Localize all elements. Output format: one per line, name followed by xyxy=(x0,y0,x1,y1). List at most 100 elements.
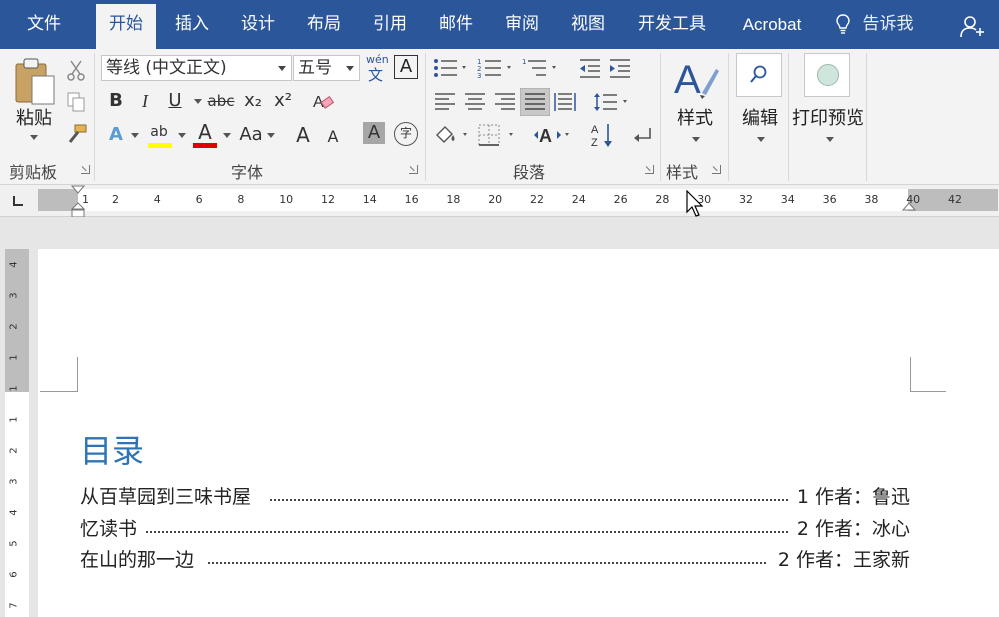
clear-formatting-icon[interactable]: A xyxy=(312,90,334,112)
strikethrough-button[interactable]: abc xyxy=(206,88,236,114)
toc-entry[interactable]: 忆读书 2 作者：冰心 xyxy=(80,514,910,541)
vertical-ruler-number: 1 xyxy=(8,354,20,361)
vertical-ruler-number: 5 xyxy=(8,540,20,547)
distributed-icon[interactable] xyxy=(553,91,577,113)
styles-launcher-icon[interactable] xyxy=(712,165,721,174)
superscript-button[interactable]: x² xyxy=(270,88,296,114)
ruler-number: 28 xyxy=(655,193,670,206)
paste-dropdown-icon[interactable] xyxy=(30,135,38,140)
underline-dropdown-icon[interactable] xyxy=(194,99,202,104)
tab-home[interactable]: 开始 xyxy=(96,4,156,49)
divider xyxy=(660,53,661,181)
line-spacing-icon[interactable] xyxy=(593,91,633,113)
font-color-button[interactable]: A xyxy=(192,119,218,145)
decrease-indent-icon[interactable] xyxy=(578,57,602,79)
toc-entry[interactable]: 从百草园到三味书屋 1 作者：鲁迅 xyxy=(80,482,910,509)
format-painter-icon[interactable] xyxy=(66,123,88,145)
indent-marker-icon[interactable] xyxy=(71,185,85,219)
paste-icon[interactable] xyxy=(12,56,58,106)
text-effects-button[interactable]: A xyxy=(103,122,129,148)
tab-developer[interactable]: 开发工具 xyxy=(628,0,716,49)
print-preview-dropdown-icon[interactable] xyxy=(826,137,834,142)
cut-icon[interactable] xyxy=(66,59,86,81)
menu-bar: 文件 开始 插入 设计 布局 引用 邮件 审阅 视图 开发工具 Acrobat … xyxy=(0,0,999,49)
tab-insert[interactable]: 插入 xyxy=(164,0,220,49)
font-name-combo[interactable]: 等线 (中文正文) xyxy=(101,55,292,81)
font-color-dropdown-icon[interactable] xyxy=(223,133,231,138)
justify-icon[interactable] xyxy=(520,88,550,116)
divider xyxy=(425,53,426,181)
ruler-number: 42 xyxy=(948,193,962,206)
editing-button[interactable] xyxy=(736,53,782,97)
ruler-number: 26 xyxy=(613,193,628,206)
highlight-button[interactable]: ab xyxy=(146,119,172,145)
styles-gallery-icon[interactable]: A xyxy=(672,55,720,101)
vertical-ruler-number: 6 xyxy=(8,571,20,578)
tab-acrobat[interactable]: Acrobat xyxy=(730,0,814,49)
tab-review[interactable]: 审阅 xyxy=(494,0,550,49)
increase-indent-icon[interactable] xyxy=(608,57,632,79)
divider xyxy=(866,53,867,181)
font-launcher-icon[interactable] xyxy=(409,165,418,174)
change-case-dropdown-icon[interactable] xyxy=(267,133,275,138)
ruler-number: 24 xyxy=(571,193,586,206)
print-preview-button[interactable] xyxy=(804,53,850,97)
paste-label[interactable]: 粘贴 xyxy=(12,104,56,130)
editing-label[interactable]: 编辑 xyxy=(736,104,784,130)
tab-view[interactable]: 视图 xyxy=(560,0,616,49)
toc-title[interactable]: 目录 xyxy=(80,426,144,472)
tab-file[interactable]: 文件 xyxy=(10,0,78,49)
align-center-icon[interactable] xyxy=(463,91,487,113)
underline-button[interactable]: U xyxy=(162,88,188,114)
italic-button[interactable]: I xyxy=(132,88,158,114)
grow-font-button[interactable]: A xyxy=(290,122,316,148)
print-preview-label[interactable]: 打印预览 xyxy=(790,104,866,130)
subscript-button[interactable]: x₂ xyxy=(240,88,266,114)
lightbulb-icon xyxy=(836,14,850,34)
chevron-down-icon xyxy=(346,66,354,71)
enclose-characters-button[interactable]: 字 xyxy=(394,122,418,146)
styles-dropdown-icon[interactable] xyxy=(692,137,700,142)
tell-me-search[interactable]: 告诉我 xyxy=(856,0,920,49)
tab-design[interactable]: 设计 xyxy=(230,0,286,49)
right-indent-marker-icon[interactable] xyxy=(902,201,916,213)
highlight-dropdown-icon[interactable] xyxy=(178,133,186,138)
tab-selector-icon[interactable] xyxy=(10,193,26,209)
ruler-number: 32 xyxy=(739,193,753,206)
paragraph-launcher-icon[interactable] xyxy=(645,165,654,174)
divider xyxy=(788,53,789,181)
change-case-button[interactable]: Aa xyxy=(236,122,266,148)
ruler-number: 12 xyxy=(321,193,335,206)
align-right-icon[interactable] xyxy=(493,91,517,113)
tab-references[interactable]: 引用 xyxy=(362,0,418,49)
editing-dropdown-icon[interactable] xyxy=(757,137,765,142)
styles-label[interactable]: 样式 xyxy=(672,104,718,130)
multilevel-list-icon[interactable]: 1 xyxy=(522,57,560,79)
svg-text:A: A xyxy=(591,124,599,136)
clipboard-launcher-icon[interactable] xyxy=(81,165,90,174)
borders-icon[interactable] xyxy=(477,123,519,147)
asian-layout-icon[interactable]: A xyxy=(533,123,573,147)
text-effects-dropdown-icon[interactable] xyxy=(131,133,139,138)
vertical-ruler-number: 4 xyxy=(8,509,20,516)
bold-button[interactable]: B xyxy=(103,88,129,114)
phonetic-guide-icon[interactable]: 文 xyxy=(368,64,383,85)
tab-mailings[interactable]: 邮件 xyxy=(428,0,484,49)
shading-icon[interactable] xyxy=(433,123,473,147)
font-size-combo[interactable]: 五号 xyxy=(293,55,360,81)
divider xyxy=(94,53,95,181)
copy-icon[interactable] xyxy=(66,91,86,113)
character-border-button[interactable]: A xyxy=(394,55,418,79)
ruler-number: 34 xyxy=(780,193,795,206)
show-formatting-marks-icon[interactable] xyxy=(630,125,654,147)
toc-entry[interactable]: 在山的那一边 2 作者：王家新 xyxy=(80,545,910,572)
ruler-track[interactable]: 1 2 4 6 8 10 12 14 16 18 20 22 24 26 28 30 32 34 36 38 40 42 xyxy=(38,189,998,211)
bullets-icon[interactable] xyxy=(433,57,469,79)
shrink-font-button[interactable]: A xyxy=(320,124,346,150)
sort-icon[interactable]: A Z xyxy=(590,121,614,149)
tab-layout[interactable]: 布局 xyxy=(296,0,352,49)
numbering-icon[interactable]: 123 xyxy=(477,57,515,79)
align-left-icon[interactable] xyxy=(433,91,457,113)
character-shading-button[interactable]: A xyxy=(363,122,385,144)
share-user-icon[interactable] xyxy=(960,14,986,38)
